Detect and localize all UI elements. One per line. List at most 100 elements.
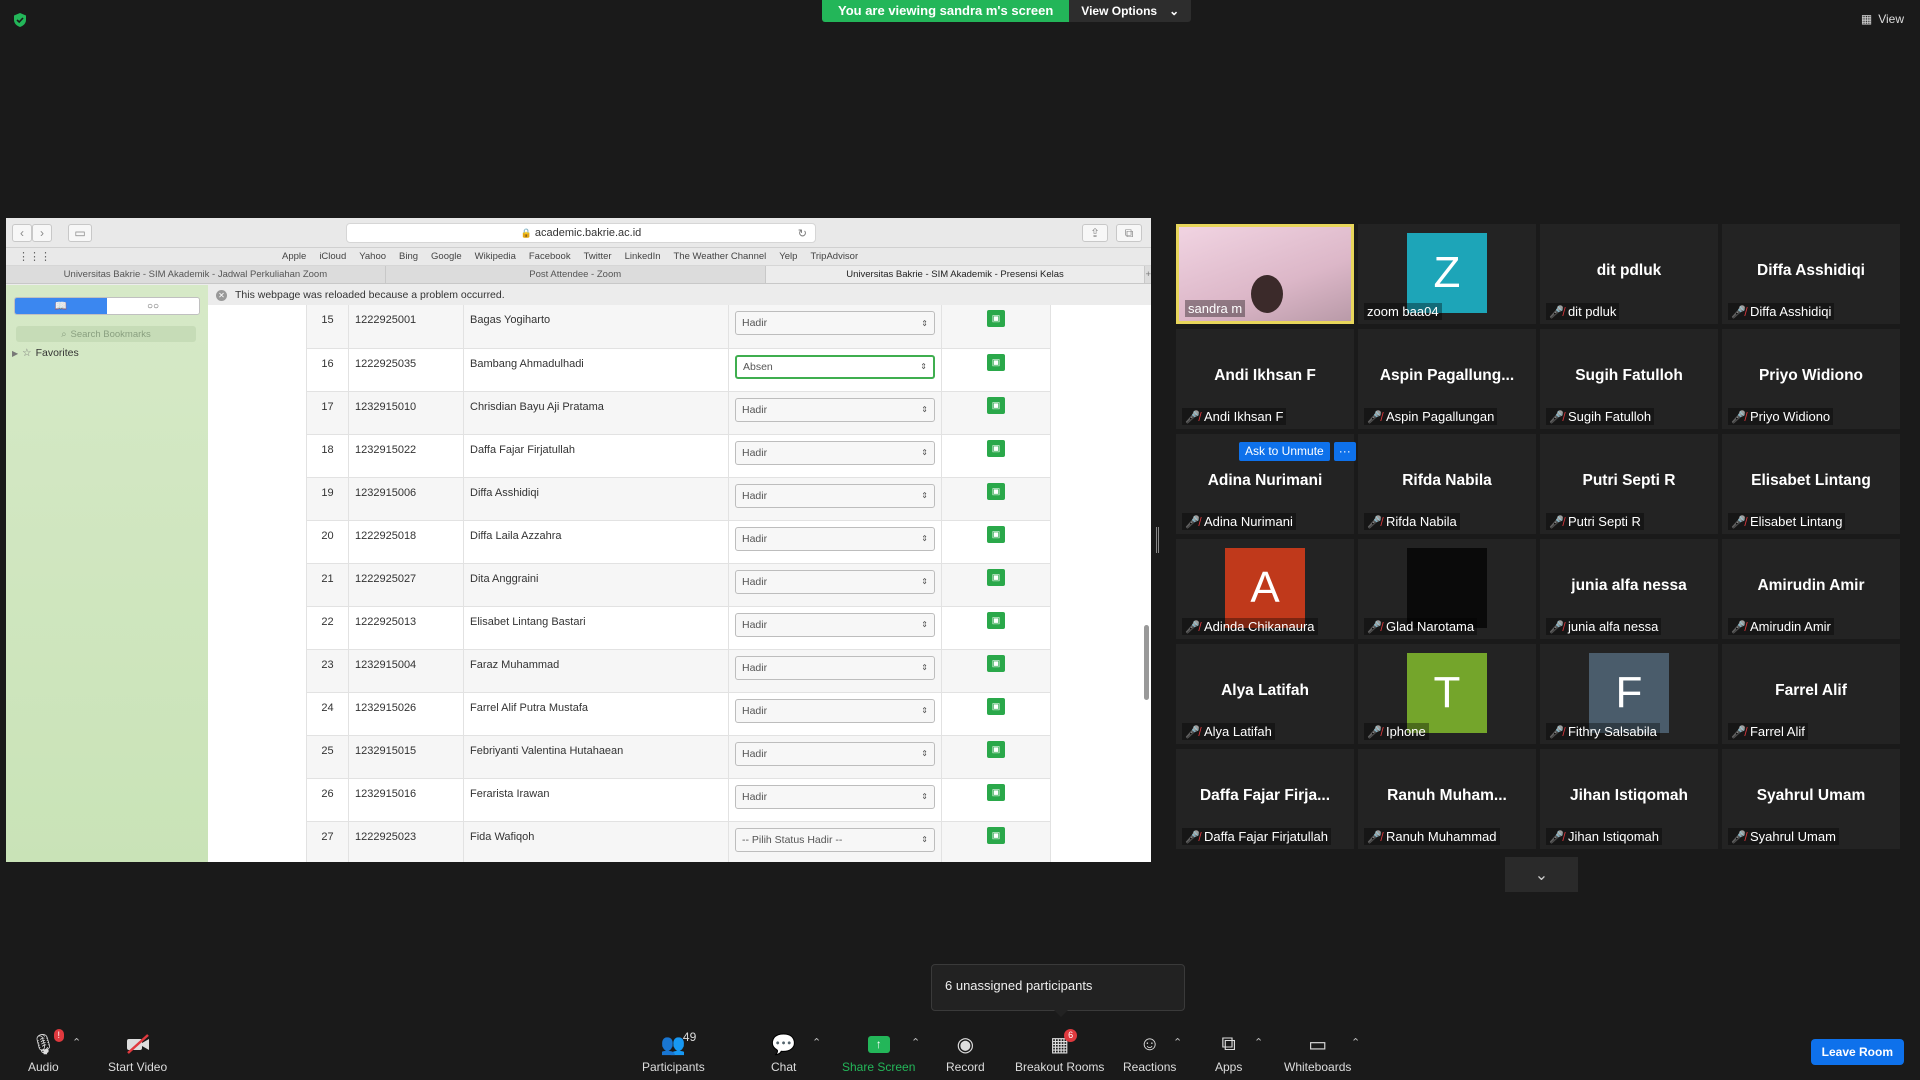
- back-icon[interactable]: ‹: [12, 224, 32, 242]
- search-bookmarks-input[interactable]: ⌕ Search Bookmarks: [16, 326, 196, 342]
- bookmark-link[interactable]: Facebook: [529, 251, 571, 262]
- next-page-chevron-icon[interactable]: ⌄: [1505, 857, 1578, 892]
- save-icon[interactable]: ▣: [987, 439, 1005, 457]
- bookmark-link[interactable]: Bing: [399, 251, 418, 262]
- reactions-button[interactable]: ☺ Reactions: [1123, 1032, 1176, 1075]
- bookmark-link[interactable]: LinkedIn: [625, 251, 661, 262]
- page-scrollbar[interactable]: [1144, 625, 1149, 700]
- tab-jadwal[interactable]: Universitas Bakrie - SIM Akademik - Jadw…: [6, 266, 386, 283]
- breakout-rooms-button[interactable]: ▦ 6 Breakout Rooms: [1015, 1029, 1104, 1074]
- participant-tile[interactable]: Andi Ikhsan F 🎤̸ Andi Ikhsan F: [1176, 329, 1354, 429]
- participant-tile[interactable]: Priyo Widiono 🎤̸ Priyo Widiono: [1722, 329, 1900, 429]
- whiteboards-button[interactable]: ▭ Whiteboards: [1284, 1032, 1351, 1075]
- participant-tile[interactable]: dit pdluk 🎤̸ dit pdluk: [1540, 224, 1718, 324]
- bookmark-link[interactable]: Wikipedia: [475, 251, 516, 262]
- share-screen-button[interactable]: ↑ Share Screen: [842, 1032, 915, 1074]
- leave-room-button[interactable]: Leave Room: [1810, 1039, 1904, 1065]
- ask-to-unmute-button[interactable]: Ask to Unmute: [1239, 442, 1330, 461]
- participant-tile[interactable]: Putri Septi R 🎤̸ Putri Septi R: [1540, 434, 1718, 534]
- save-icon[interactable]: ▣: [987, 396, 1005, 414]
- attendance-status-select[interactable]: Hadir ⇕: [735, 483, 935, 508]
- participant-tile[interactable]: Syahrul Umam 🎤̸ Syahrul Umam: [1722, 749, 1900, 849]
- share-options-caret-icon[interactable]: ⌃: [911, 1036, 920, 1049]
- participant-tile[interactable]: Elisabet Lintang 🎤̸ Elisabet Lintang: [1722, 434, 1900, 534]
- participant-tile[interactable]: Zzoom baa04: [1358, 224, 1536, 324]
- apps-button[interactable]: ⧉ Apps: [1215, 1032, 1242, 1075]
- view-options-button[interactable]: View Options ⌄: [1069, 0, 1192, 22]
- bookmark-link[interactable]: Apple: [282, 251, 306, 262]
- participant-tile[interactable]: T 🎤̸ Iphone: [1358, 644, 1536, 744]
- save-icon[interactable]: ▣: [987, 611, 1005, 629]
- participant-tile[interactable]: Aspin Pagallung... 🎤̸ Aspin Pagallungan: [1358, 329, 1536, 429]
- tabs-overview-icon[interactable]: ⧉: [1116, 224, 1142, 242]
- close-notice-icon[interactable]: ✕: [216, 289, 227, 301]
- bookmark-link[interactable]: Yelp: [779, 251, 797, 262]
- participant-tile[interactable]: Jihan Istiqomah 🎤̸ Jihan Istiqomah: [1540, 749, 1718, 849]
- participants-button[interactable]: 👥 49 Participants: [642, 1030, 705, 1074]
- attendance-status-select[interactable]: Hadir ⇕: [735, 440, 935, 465]
- save-icon[interactable]: ▣: [987, 654, 1005, 672]
- save-icon[interactable]: ▣: [987, 353, 1005, 371]
- reload-icon[interactable]: ↻: [798, 227, 807, 240]
- tab-presensi[interactable]: Universitas Bakrie - SIM Akademik - Pres…: [765, 266, 1146, 283]
- attendance-status-select[interactable]: Hadir ⇕: [735, 655, 935, 680]
- bookmark-link[interactable]: The Weather Channel: [674, 251, 767, 262]
- attendance-status-select[interactable]: Hadir ⇕: [735, 311, 935, 335]
- top-sites-icon[interactable]: ⋮⋮⋮: [18, 250, 51, 263]
- participant-tile[interactable]: sandra m: [1176, 224, 1354, 324]
- participant-tile[interactable]: Amirudin Amir 🎤̸ Amirudin Amir: [1722, 539, 1900, 639]
- forward-icon[interactable]: ›: [32, 224, 52, 242]
- attendance-status-select[interactable]: Hadir ⇕: [735, 698, 935, 723]
- participant-tile[interactable]: Daffa Fajar Firja... 🎤̸ Daffa Fajar Firjat…: [1176, 749, 1354, 849]
- attendance-status-select[interactable]: Hadir ⇕: [735, 741, 935, 766]
- bookmark-link[interactable]: Twitter: [584, 251, 612, 262]
- participant-tile[interactable]: Diffa Asshidiqi 🎤̸ Diffa Asshidiqi: [1722, 224, 1900, 324]
- save-icon[interactable]: ▣: [987, 310, 1005, 327]
- save-icon[interactable]: ▣: [987, 783, 1005, 801]
- audio-button[interactable]: 🎙! Audio: [28, 1029, 65, 1074]
- tab-post-attendee[interactable]: Post Attendee - Zoom: [386, 266, 766, 283]
- attendance-status-select[interactable]: Hadir ⇕: [735, 526, 935, 551]
- address-bar[interactable]: 🔒 academic.bakrie.ac.id ↻: [346, 223, 816, 243]
- share-icon[interactable]: ⇪: [1082, 224, 1108, 242]
- participant-tile[interactable]: 🎤̸ Glad Narotama: [1358, 539, 1536, 639]
- participant-tile[interactable]: Alya Latifah 🎤̸ Alya Latifah: [1176, 644, 1354, 744]
- participant-tile[interactable]: Rifda Nabila 🎤̸ Rifda Nabila: [1358, 434, 1536, 534]
- save-icon[interactable]: ▣: [987, 826, 1005, 844]
- chat-button[interactable]: 💬 Chat: [771, 1032, 796, 1075]
- sidebar-toggle-icon[interactable]: ▭: [68, 224, 92, 242]
- participant-tile[interactable]: junia alfa nessa 🎤̸ junia alfa nessa: [1540, 539, 1718, 639]
- whiteboards-options-caret-icon[interactable]: ⌃: [1351, 1036, 1360, 1049]
- save-icon[interactable]: ▣: [987, 697, 1005, 715]
- attendance-status-select[interactable]: Hadir ⇕: [735, 784, 935, 809]
- chat-options-caret-icon[interactable]: ⌃: [812, 1036, 821, 1049]
- participant-tile[interactable]: Ranuh Muham... 🎤̸ Ranuh Muhammad: [1358, 749, 1536, 849]
- save-icon[interactable]: ▣: [987, 525, 1005, 543]
- participant-tile[interactable]: Farrel Alif 🎤̸ Farrel Alif: [1722, 644, 1900, 744]
- attendance-status-select[interactable]: Hadir ⇕: [735, 397, 935, 422]
- reading-list-glasses-icon[interactable]: ○○: [107, 298, 199, 314]
- favorites-folder[interactable]: ▶ ☆ Favorites: [12, 347, 79, 359]
- record-button[interactable]: ◉ Record: [946, 1032, 985, 1075]
- split-divider-handle[interactable]: [1156, 527, 1159, 553]
- bookmark-link[interactable]: Google: [431, 251, 462, 262]
- bookmark-link[interactable]: Yahoo: [359, 251, 386, 262]
- save-icon[interactable]: ▣: [987, 740, 1005, 758]
- bookmark-link[interactable]: iCloud: [319, 251, 346, 262]
- view-button[interactable]: ▦ View: [1861, 12, 1904, 26]
- save-icon[interactable]: ▣: [987, 568, 1005, 586]
- save-icon[interactable]: ▣: [987, 482, 1005, 500]
- apps-options-caret-icon[interactable]: ⌃: [1254, 1036, 1263, 1049]
- security-shield-icon[interactable]: [12, 12, 28, 28]
- new-tab-icon[interactable]: +: [1145, 266, 1151, 283]
- participant-tile[interactable]: F 🎤̸ Fithry Salsabila: [1540, 644, 1718, 744]
- audio-options-caret-icon[interactable]: ⌃: [72, 1036, 81, 1049]
- bookmarks-book-icon[interactable]: 📖: [15, 298, 107, 314]
- start-video-button[interactable]: Start Video: [108, 1032, 167, 1074]
- reactions-options-caret-icon[interactable]: ⌃: [1173, 1036, 1182, 1049]
- attendance-status-select[interactable]: Hadir ⇕: [735, 612, 935, 637]
- participant-tile[interactable]: Sugih Fatulloh 🎤̸ Sugih Fatulloh: [1540, 329, 1718, 429]
- attendance-status-select[interactable]: Absen ⇕: [735, 354, 935, 379]
- attendance-status-select[interactable]: Hadir ⇕: [735, 569, 935, 594]
- attendance-status-select[interactable]: -- Pilih Status Hadir -- ⇕: [735, 827, 935, 852]
